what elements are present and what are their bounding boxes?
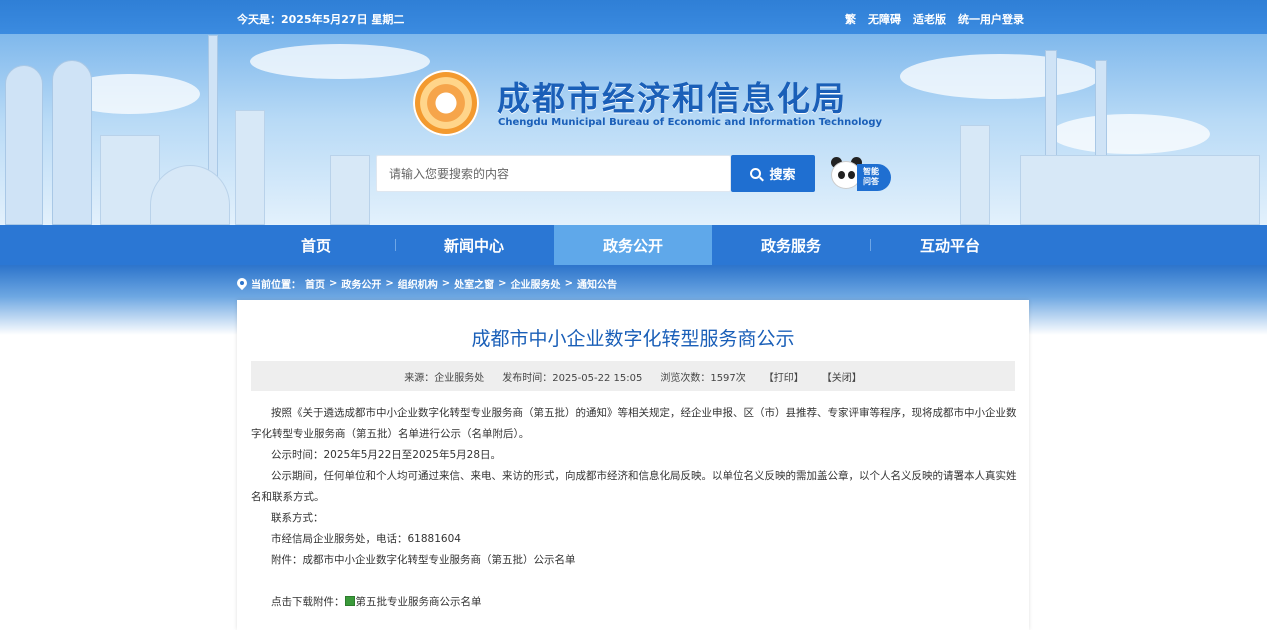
article-paragraph: 联系方式： — [271, 512, 324, 524]
nav-home[interactable]: 首页 — [237, 225, 395, 265]
breadcrumb: 当前位置： 首页 > 政务公开 > 组织机构 > 处室之窗 > 企业服务处 > … — [237, 276, 617, 291]
building-decoration — [52, 60, 92, 225]
cloud-decoration — [900, 54, 1100, 99]
elderly-mode-link[interactable]: 适老版 — [913, 11, 946, 27]
site-title: 成都市经济和信息化局 — [497, 79, 847, 118]
article-paragraph: 市经信局企业服务处，电话：61881604 — [271, 533, 461, 545]
article-paragraph: 附件：成都市中小企业数字化转型专业服务商（第五批）公示名单 — [271, 554, 576, 566]
search-input[interactable] — [377, 156, 730, 191]
bureau-logo — [413, 70, 479, 136]
smart-qa-button[interactable]: 智能 问答 — [857, 164, 891, 191]
smart-qa-label-1: 智能 — [863, 167, 879, 176]
article-paragraph: 公示期间，任何单位和个人均可通过来信、来电、来访的形式，向成都市经济和信息化局反… — [251, 470, 1017, 503]
breadcrumb-separator: > — [564, 278, 573, 289]
article-view-count: 浏览次数：1597次 — [660, 372, 746, 384]
main-nav: 首页 新闻中心 政务公开 政务服务 互动平台 — [0, 225, 1267, 265]
traditional-chinese-link[interactable]: 繁 — [845, 11, 856, 27]
print-button[interactable]: 【打印】 — [764, 369, 804, 384]
site-subtitle: Chengdu Municipal Bureau of Economic and… — [498, 117, 883, 128]
building-decoration — [5, 65, 43, 225]
breadcrumb-separator: > — [498, 278, 507, 289]
article-source: 来源：企业服务处 — [404, 372, 485, 384]
excel-file-icon — [344, 596, 355, 606]
article-published-time: 发布时间：2025-05-22 15:05 — [502, 372, 643, 384]
article-card: 成都市中小企业数字化转型服务商公示 来源：企业服务处 发布时间：2025-05-… — [237, 300, 1029, 630]
breadcrumb-home[interactable]: 首页 — [305, 276, 325, 291]
breadcrumb-gov-affairs[interactable]: 政务公开 — [341, 276, 381, 291]
building-decoration — [150, 165, 230, 225]
download-line: 点击下载附件： 第五批专业服务商公示名单 — [251, 592, 1017, 613]
cloud-decoration — [1050, 114, 1210, 154]
unified-login-link[interactable]: 统一用户登录 — [958, 11, 1024, 27]
download-label: 点击下载附件： — [271, 596, 345, 608]
current-date: 今天是：2025年5月27日 星期二 — [237, 13, 405, 26]
nav-interaction[interactable]: 互动平台 — [871, 225, 1029, 265]
search-input-wrapper — [376, 155, 731, 192]
breadcrumb-notices[interactable]: 通知公告 — [577, 276, 617, 291]
cloud-decoration — [250, 44, 430, 79]
search-button[interactable]: 搜索 — [731, 155, 815, 192]
article-title: 成都市中小企业数字化转型服务商公示 — [471, 328, 795, 350]
breadcrumb-organization[interactable]: 组织机构 — [398, 276, 438, 291]
article-paragraph: 公示时间：2025年5月22日至2025年5月28日。 — [271, 449, 502, 461]
building-decoration — [960, 125, 990, 225]
article-paragraph: 按照《关于遴选成都市中小企业数字化转型专业服务商（第五批）的通知》等相关规定，经… — [251, 407, 1017, 440]
breadcrumb-label: 当前位置： — [251, 280, 301, 291]
article-body: 按照《关于遴选成都市中小企业数字化转型专业服务商（第五批）的通知》等相关规定，经… — [251, 403, 1017, 613]
breadcrumb-departments[interactable]: 处室之窗 — [454, 276, 494, 291]
breadcrumb-separator: > — [385, 278, 394, 289]
search-button-label: 搜索 — [769, 168, 796, 183]
breadcrumb-separator: > — [329, 278, 338, 289]
top-bar: 今天是：2025年5月27日 星期二 繁 无障碍 适老版 统一用户登录 — [0, 0, 1267, 34]
accessibility-link[interactable]: 无障碍 — [868, 11, 901, 27]
nav-news[interactable]: 新闻中心 — [395, 225, 553, 265]
building-decoration — [235, 110, 265, 225]
location-pin-icon — [237, 278, 247, 290]
article-meta: 来源：企业服务处 发布时间：2025-05-22 15:05 浏览次数：1597… — [251, 361, 1015, 391]
header-banner: 成都市经济和信息化局 Chengdu Municipal Bureau of E… — [0, 34, 1267, 225]
building-decoration — [330, 155, 370, 225]
close-button[interactable]: 【关闭】 — [822, 369, 862, 384]
search-icon — [750, 168, 762, 179]
breadcrumb-separator: > — [441, 278, 451, 289]
nav-government-services[interactable]: 政务服务 — [712, 225, 870, 265]
breadcrumb-enterprise-service[interactable]: 企业服务处 — [511, 276, 561, 291]
factory-decoration — [1020, 155, 1260, 225]
smart-qa-label-2: 问答 — [863, 177, 879, 186]
attachment-download-link[interactable]: 第五批专业服务商公示名单 — [356, 596, 482, 608]
nav-government-affairs[interactable]: 政务公开 — [554, 225, 712, 265]
top-links: 繁 无障碍 适老版 统一用户登录 — [845, 11, 1024, 27]
